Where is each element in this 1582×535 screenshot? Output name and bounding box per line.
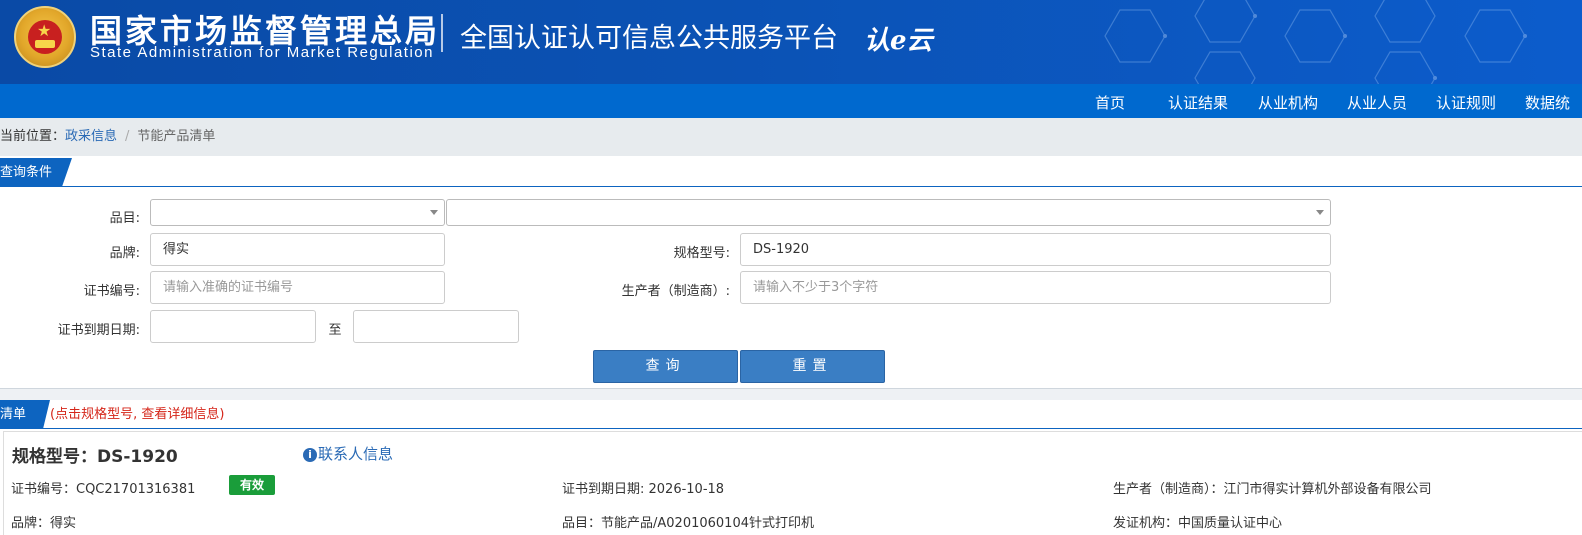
cert-no-label: 证书编号:	[83, 284, 140, 299]
query-form: 品目: 品牌: 得实 规格型号: DS-1920 证书编号: 请输入准确的证书编…	[0, 188, 1582, 388]
category-text: 品目：节能产品/A0201060104针式打印机	[562, 516, 814, 531]
expiry-to-label: 至	[328, 323, 342, 338]
nav-item-personnel[interactable]: 从业人员	[1347, 92, 1407, 113]
category-label: 品目:	[109, 211, 140, 226]
list-section-title: 清单	[0, 400, 50, 429]
nav-item-institutions[interactable]: 从业机构	[1258, 92, 1318, 113]
list-section-header: 清单 (点击规格型号, 查看详细信息)	[0, 400, 1582, 429]
nav-item-cert-results[interactable]: 认证结果	[1168, 92, 1228, 113]
breadcrumb-current: 节能产品清单	[137, 129, 216, 144]
main-nav: 首页 认证结果 从业机构 从业人员 认证规则 数据统	[0, 84, 1582, 118]
nav-item-home[interactable]: 首页	[1095, 92, 1125, 113]
model-input[interactable]: DS-1920	[740, 233, 1331, 266]
org-name-en: State Administration for Market Regulati…	[90, 44, 434, 61]
section-divider	[0, 388, 1582, 400]
expiry-from-input[interactable]	[150, 310, 316, 343]
brand-text: 品牌：得实	[11, 516, 77, 531]
category-select[interactable]	[150, 199, 445, 226]
national-emblem-logo: ★	[14, 6, 76, 68]
spec-model-label: 规格型号：	[12, 447, 97, 467]
breadcrumb-separator: /	[125, 129, 130, 144]
contact-info-link[interactable]: i 联系人信息	[303, 443, 393, 464]
site-header: ★ 国家市场监督管理总局 State Administration for Ma…	[0, 0, 1582, 84]
cert-no-input[interactable]: 请输入准确的证书编号	[150, 271, 445, 304]
contact-info-label: 联系人信息	[318, 445, 394, 463]
manufacturer-input[interactable]: 请输入不少于3个字符	[740, 271, 1331, 304]
query-section-title: 查询条件	[0, 158, 72, 187]
manufacturer-text: 生产者（制造商）：江门市得实计算机外部设备有限公司	[1113, 482, 1432, 497]
brand-input[interactable]: 得实	[150, 233, 445, 266]
chevron-down-icon	[1316, 210, 1324, 215]
chevron-down-icon	[430, 210, 438, 215]
spec-model-heading[interactable]: 规格型号：DS-1920	[12, 442, 178, 467]
nav-item-statistics[interactable]: 数据统	[1525, 92, 1570, 113]
issuer-text: 发证机构：中国质量认证中心	[1113, 516, 1283, 531]
brand-label: 品牌:	[109, 246, 140, 261]
status-badge: 有效	[229, 475, 275, 495]
query-section-header: 查询条件	[0, 158, 1582, 187]
search-button[interactable]: 查询	[593, 350, 738, 383]
subcategory-select[interactable]	[446, 199, 1331, 226]
expiry-date-text: 证书到期日期: 2026-10-18	[562, 482, 725, 497]
cert-no-text: 证书编号：CQC21701316381	[11, 482, 196, 497]
nav-item-cert-rules[interactable]: 认证规则	[1436, 92, 1496, 113]
manufacturer-label: 生产者（制造商）:	[621, 284, 730, 299]
list-section-note: (点击规格型号, 查看详细信息)	[50, 407, 225, 422]
renecloud-logo: 认e云	[864, 26, 933, 56]
model-label: 规格型号:	[673, 246, 730, 261]
hexagon-pattern-decoration	[1104, 0, 1527, 84]
expiry-label: 证书到期日期:	[57, 323, 140, 338]
header-divider	[441, 14, 443, 52]
info-circle-icon: i	[303, 448, 317, 462]
breadcrumb-link-gov-procurement[interactable]: 政采信息	[65, 129, 117, 144]
breadcrumb: 当前位置：政采信息 / 节能产品清单	[0, 118, 1582, 156]
result-card: 规格型号：DS-1920 i 联系人信息 证书编号：CQC21701316381 …	[3, 431, 1582, 535]
platform-title: 全国认证认可信息公共服务平台	[460, 23, 838, 54]
reset-button[interactable]: 重置	[740, 350, 885, 383]
breadcrumb-label: 当前位置：	[0, 129, 66, 144]
spec-model-value[interactable]: DS-1920	[97, 447, 178, 467]
expiry-to-input[interactable]	[353, 310, 519, 343]
